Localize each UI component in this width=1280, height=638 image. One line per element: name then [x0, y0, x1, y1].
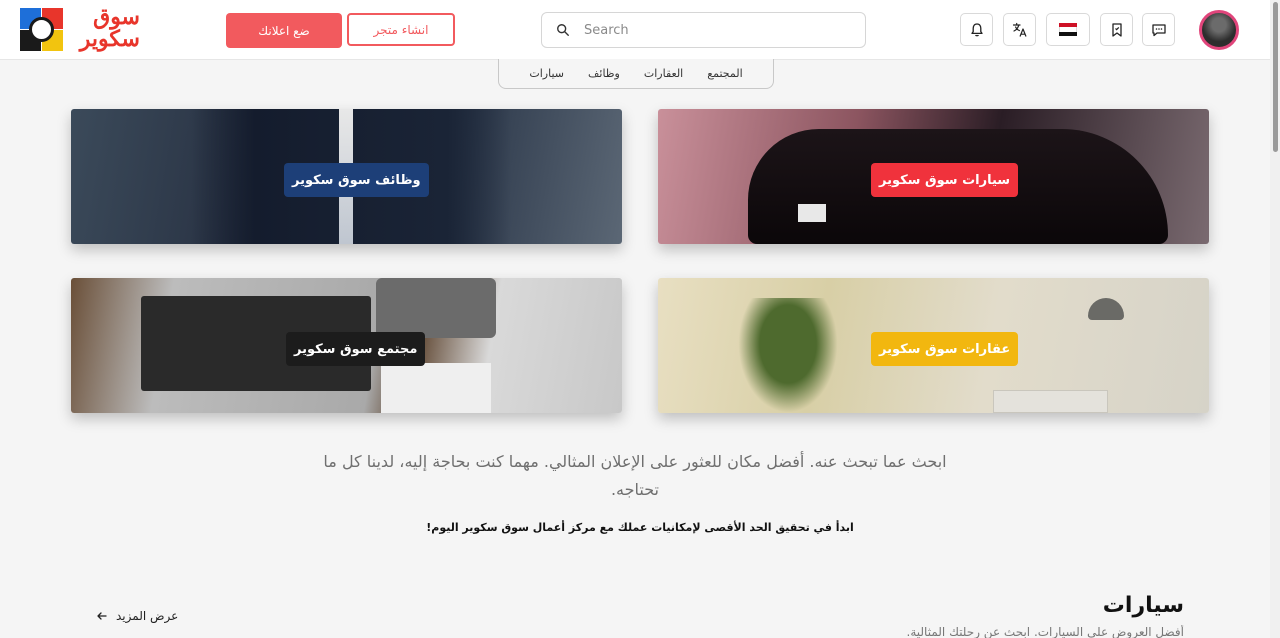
- cars-card-plate: [798, 204, 826, 222]
- post-ad-button[interactable]: ضع اعلانك: [226, 13, 342, 48]
- nav-item-jobs[interactable]: وظائف: [588, 67, 620, 80]
- nav-item-realestate[interactable]: العقارات: [644, 67, 683, 80]
- cars-section-title: سيارات: [1102, 593, 1184, 618]
- hero-tagline: ابحث عما تبحث عنه. أفضل مكان للعثور على …: [323, 452, 947, 499]
- country-selector[interactable]: [1046, 13, 1090, 46]
- view-more-link[interactable]: عرض المزيد: [96, 607, 178, 625]
- egypt-flag-icon: [1059, 23, 1077, 36]
- community-card-label: مجتمع سوق سكوير: [286, 332, 426, 366]
- create-store-button[interactable]: انشاء متجر: [347, 13, 455, 46]
- community-card-phone: [376, 278, 496, 338]
- logo-line1: سوق: [93, 4, 140, 30]
- nav-item-community[interactable]: المجتمع: [707, 67, 742, 80]
- realestate-card-cabinet: [993, 390, 1108, 413]
- community-card-notebook: [381, 363, 491, 413]
- user-avatar[interactable]: [1199, 10, 1239, 50]
- search-box[interactable]: [541, 12, 866, 48]
- logo-wordmark[interactable]: سوق سكوير: [72, 6, 140, 54]
- cars-card[interactable]: سيارات سوق سكوير: [658, 109, 1209, 244]
- translate-icon: [1012, 22, 1027, 37]
- nav-item-cars[interactable]: سيارات: [529, 67, 564, 80]
- realestate-card-label: عقارات سوق سكوير: [871, 332, 1019, 366]
- bell-icon: [970, 22, 983, 36]
- logo-line2: سكوير: [79, 26, 140, 52]
- scrollbar-thumb[interactable]: [1273, 2, 1278, 152]
- saved-button[interactable]: [1100, 13, 1133, 46]
- realestate-card[interactable]: عقارات سوق سكوير: [658, 278, 1209, 413]
- logo-mark[interactable]: [20, 8, 63, 52]
- search-input[interactable]: [584, 22, 844, 38]
- notifications-button[interactable]: [960, 13, 993, 46]
- chat-icon: [1151, 23, 1166, 36]
- realestate-card-plant: [738, 298, 838, 413]
- realestate-card-lamp: [1088, 298, 1124, 320]
- hero-subline: ابدأ في تحقيق الحد الأقصى لإمكانيات عملك…: [426, 521, 854, 534]
- cars-card-label: سيارات سوق سكوير: [871, 163, 1019, 197]
- category-nav: المجتمع العقارات وظائف سيارات: [498, 59, 774, 89]
- page-scrollbar[interactable]: [1270, 0, 1280, 638]
- search-icon: [557, 24, 569, 36]
- bookmark-icon: [1111, 22, 1122, 37]
- jobs-card-label: وظائف سوق سكوير: [284, 163, 429, 197]
- view-more-label: عرض المزيد: [116, 609, 179, 623]
- cars-section-subtitle: أفضل العروض على السيارات. ابحث عن رحلتك …: [906, 625, 1184, 638]
- messages-button[interactable]: [1142, 13, 1175, 46]
- arrow-left-icon: [97, 612, 107, 620]
- jobs-card[interactable]: وظائف سوق سكوير: [71, 109, 622, 244]
- top-header: سوق سكوير ضع اعلانك انشاء متجر: [0, 0, 1270, 60]
- community-card[interactable]: مجتمع سوق سكوير: [71, 278, 622, 413]
- language-button[interactable]: [1003, 13, 1036, 46]
- logo-circle: [29, 17, 54, 42]
